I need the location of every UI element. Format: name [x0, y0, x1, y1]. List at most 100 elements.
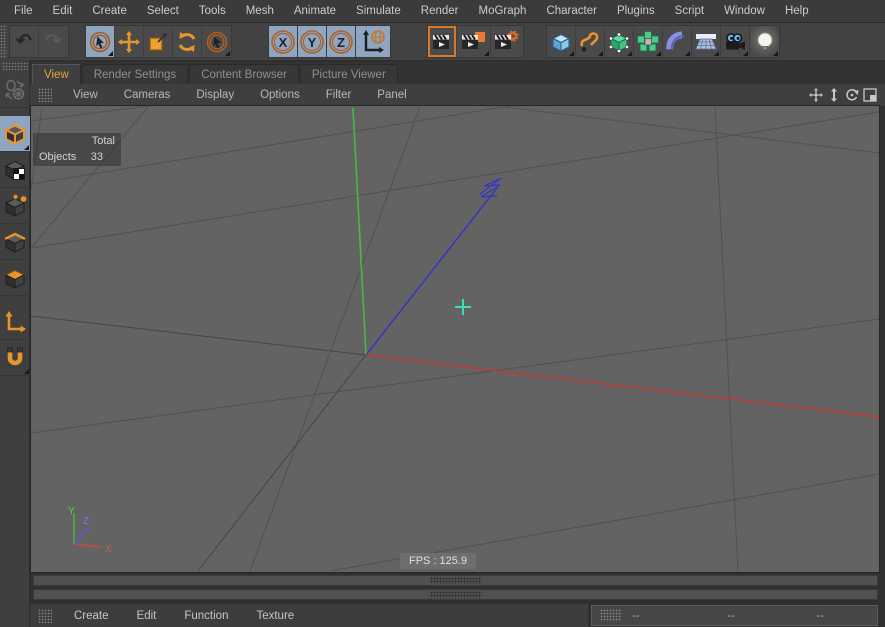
menu-edit[interactable]: Edit [43, 0, 83, 22]
render-to-picture-viewer-button[interactable] [457, 26, 491, 57]
lock-x-axis-button[interactable]: X [269, 26, 298, 57]
subdivision-surface-icon [608, 31, 629, 53]
vp-menu-display[interactable]: Display [183, 89, 247, 101]
toolbar-grip[interactable] [0, 25, 7, 58]
spline-scribble [479, 177, 502, 198]
scene-cursor-cross [455, 299, 471, 315]
fps-readout: FPS : 125.9 [400, 553, 477, 569]
viewport-canvas[interactable]: Total Objects 33 FPS : 125.9 Y Z X [30, 105, 880, 573]
model-mode-button[interactable] [0, 116, 30, 152]
bottom-menu-create[interactable]: Create [60, 610, 123, 622]
rotate-camera-icon[interactable] [845, 88, 859, 102]
timeline-ruler[interactable] [33, 575, 878, 586]
menu-select[interactable]: Select [137, 0, 189, 22]
y-axis-icon: Y [300, 29, 324, 54]
tab-view[interactable]: View [32, 64, 81, 84]
lock-z-axis-button[interactable]: Z [327, 26, 356, 57]
toggle-view-icon[interactable] [863, 88, 877, 102]
z-axis-icon: Z [329, 29, 353, 54]
add-subdivision-surface-button[interactable] [605, 26, 634, 57]
add-spline-button[interactable] [576, 26, 605, 57]
pan-camera-icon[interactable] [809, 88, 823, 102]
menu-mesh[interactable]: Mesh [236, 0, 284, 22]
tab-render-settings[interactable]: Render Settings [81, 64, 189, 84]
timeline-menu-grip[interactable] [38, 608, 52, 623]
zoom-camera-icon[interactable] [827, 88, 841, 102]
vp-menu-panel[interactable]: Panel [364, 89, 419, 101]
menu-create[interactable]: Create [82, 0, 137, 22]
texture-mode-icon [4, 160, 26, 180]
vp-menu-view[interactable]: View [60, 89, 111, 101]
cube-icon [551, 33, 571, 52]
add-light-button[interactable] [750, 26, 779, 57]
tab-picture-viewer[interactable]: Picture Viewer [299, 64, 398, 84]
scale-icon [149, 32, 167, 51]
axis-y-line [352, 107, 367, 356]
polygon-mode-button[interactable] [0, 260, 30, 296]
menu-animate[interactable]: Animate [284, 0, 346, 22]
polygon-mode-icon [4, 269, 26, 289]
svg-text:Z: Z [337, 35, 345, 50]
viewport-menu-grip[interactable] [38, 88, 52, 102]
status-panel-grip[interactable] [600, 609, 622, 622]
timeline-range-slider[interactable] [33, 589, 878, 600]
move-button[interactable] [115, 26, 144, 57]
selection-tool-button[interactable] [202, 26, 231, 57]
make-editable-icon [5, 79, 25, 100]
edge-mode-button[interactable] [0, 224, 30, 260]
timeline-grip[interactable] [429, 577, 482, 584]
menu-character[interactable]: Character [536, 0, 607, 22]
rotate-button[interactable] [173, 26, 202, 57]
render-group [427, 25, 524, 58]
menu-script[interactable]: Script [665, 0, 714, 22]
menu-file[interactable]: File [4, 0, 43, 22]
light-icon [757, 32, 772, 52]
mode-palette [0, 60, 30, 627]
render-view-button[interactable] [428, 26, 457, 57]
convert-to-editable-button[interactable] [0, 72, 30, 108]
enable-snap-button[interactable] [0, 340, 30, 376]
menu-render[interactable]: Render [411, 0, 469, 22]
live-selection-button[interactable] [86, 26, 115, 57]
redo-button[interactable]: ↷ [39, 26, 68, 57]
bottom-menu-function[interactable]: Function [170, 610, 242, 622]
bottom-menu-edit[interactable]: Edit [123, 610, 171, 622]
menu-simulate[interactable]: Simulate [346, 0, 411, 22]
axis-lock-group: X Y Z [268, 25, 391, 58]
array-icon [637, 30, 659, 51]
tab-content-browser[interactable]: Content Browser [189, 64, 299, 84]
vp-menu-cameras[interactable]: Cameras [111, 89, 184, 101]
undo-button[interactable]: ↶ [10, 26, 39, 57]
coordinate-system-button[interactable] [356, 26, 390, 57]
range-slider-grip[interactable] [429, 591, 482, 598]
timeline-menubar: Create Edit Function Texture [30, 604, 588, 627]
floor-icon [695, 33, 717, 49]
add-cube-button[interactable] [547, 26, 576, 57]
flyout-triangle [773, 51, 778, 56]
point-mode-icon [4, 193, 27, 217]
menu-mograph[interactable]: MoGraph [469, 0, 537, 22]
menu-help[interactable]: Help [775, 0, 819, 22]
bottom-menu-texture[interactable]: Texture [242, 610, 308, 622]
vp-menu-filter[interactable]: Filter [313, 89, 365, 101]
enable-axis-button[interactable] [0, 304, 30, 340]
texture-mode-button[interactable] [0, 152, 30, 188]
scale-button[interactable] [144, 26, 173, 57]
coordinate-system-icon [363, 29, 385, 53]
lock-y-axis-button[interactable]: Y [298, 26, 327, 57]
palette-grip[interactable] [1, 62, 28, 70]
point-mode-button[interactable] [0, 188, 30, 224]
menu-window[interactable]: Window [714, 0, 775, 22]
hud-objects-value: 33 [90, 151, 103, 163]
vp-menu-options[interactable]: Options [247, 89, 313, 101]
objects-group [546, 25, 780, 58]
add-floor-button[interactable] [692, 26, 721, 57]
add-array-button[interactable] [634, 26, 663, 57]
add-camera-button[interactable] [721, 26, 750, 57]
menu-plugins[interactable]: Plugins [607, 0, 665, 22]
viewport-hud: Total Objects 33 [33, 133, 121, 166]
flyout-triangle [484, 51, 489, 56]
edit-render-settings-button[interactable] [491, 26, 523, 57]
add-deformer-button[interactable] [663, 26, 692, 57]
menu-tools[interactable]: Tools [189, 0, 236, 22]
